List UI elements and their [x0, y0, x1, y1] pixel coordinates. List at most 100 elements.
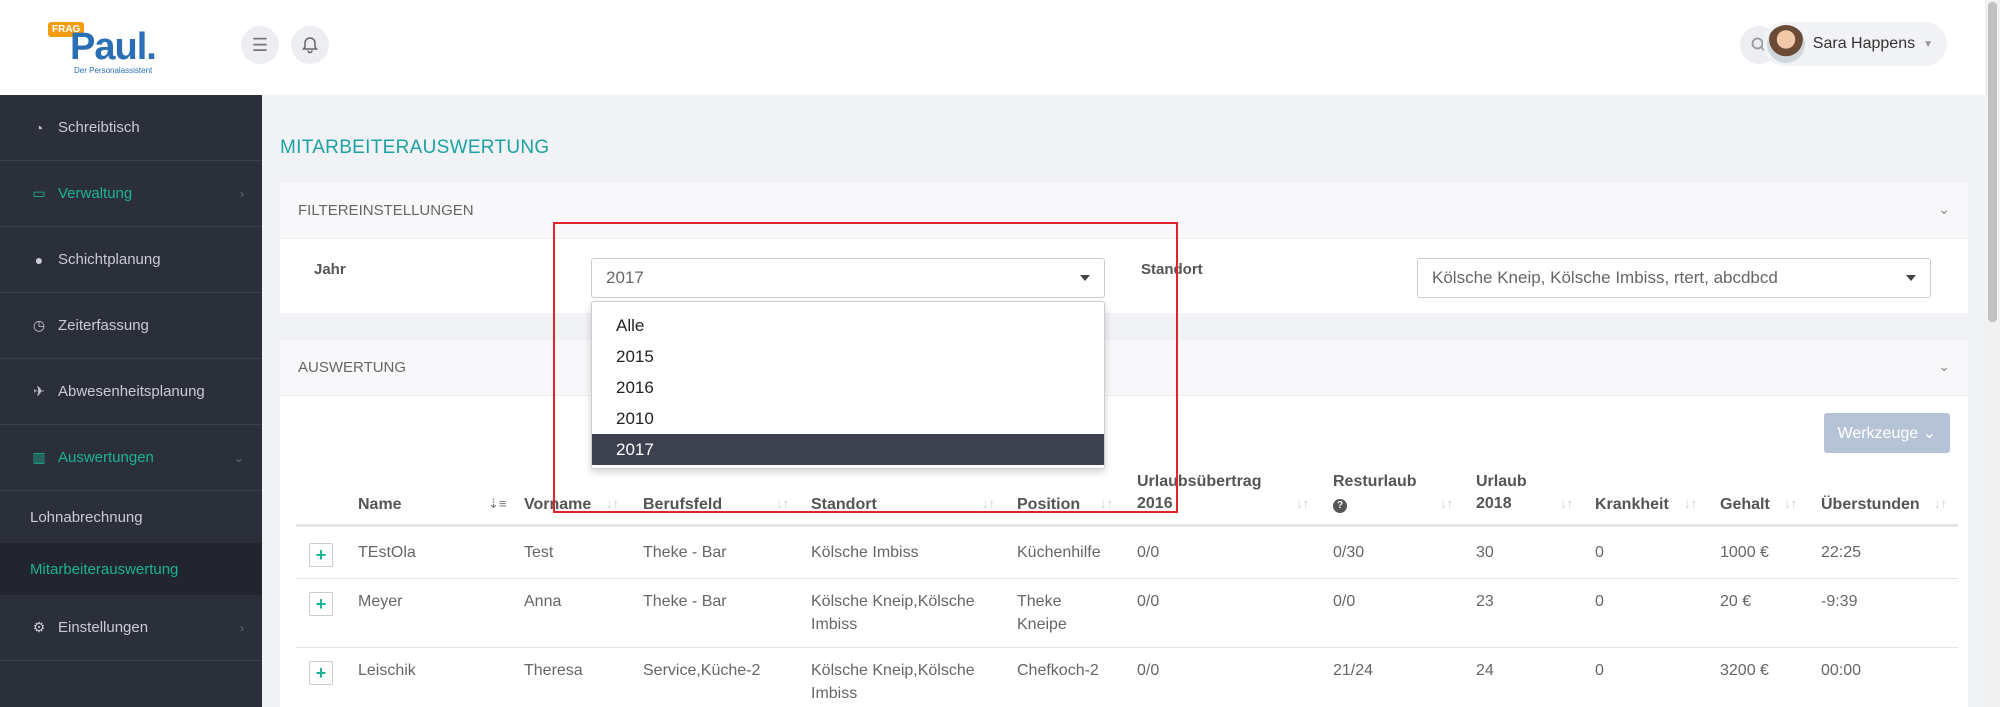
location-select[interactable]: Kölsche Kneip, Kölsche Imbiss, rtert, ab…	[1417, 258, 1931, 298]
expand-row-button[interactable]: +	[309, 661, 333, 685]
filter-panel-title: FILTEREINSTELLUNGEN	[298, 202, 474, 219]
notifications-button[interactable]	[291, 26, 329, 64]
sidebar-item-einstellungen[interactable]: ⚙ Einstellungen ›	[0, 595, 262, 661]
year-option-2016[interactable]: 2016	[592, 372, 1104, 403]
chevron-down-icon[interactable]: ⌄	[1938, 201, 1950, 218]
sort-icon[interactable]: ↓↑	[982, 496, 995, 511]
table-cell: Anna	[524, 593, 562, 610]
sort-icon[interactable]: ↓↑	[1784, 496, 1797, 511]
table-cell: 21/24	[1333, 662, 1374, 679]
column-header-berufsfeld[interactable]: Berufsfeld	[643, 494, 722, 516]
year-option-2015[interactable]: 2015	[592, 341, 1104, 372]
column-header-urlaub[interactable]: Urlaub 2018	[1476, 471, 1527, 515]
expand-row-button[interactable]: +	[309, 592, 333, 616]
sidebar-item-label: Abwesenheitsplanung	[58, 383, 205, 400]
sort-icon[interactable]: ↓↑	[776, 496, 789, 511]
column-header-ueberstunden[interactable]: Überstunden	[1821, 494, 1920, 516]
filter-panel-header[interactable]: FILTEREINSTELLUNGEN ⌄	[280, 183, 1968, 239]
sidebar-item-verwaltung[interactable]: ▭ Verwaltung ›	[0, 161, 262, 227]
column-header-krankheit[interactable]: Krankheit	[1595, 494, 1669, 516]
cell-line: Imbiss	[811, 685, 858, 702]
plane-icon: ✈	[33, 383, 45, 399]
sidebar-subitem-lohnabrechnung[interactable]: Lohnabrechnung	[0, 491, 262, 543]
year-select-value: 2017	[606, 268, 644, 287]
menu-toggle-button[interactable]: ☰	[241, 26, 279, 64]
sort-icon[interactable]: ↓↑	[1100, 496, 1113, 511]
table-cell: Theresa	[524, 662, 583, 679]
column-header-gehalt[interactable]: Gehalt	[1720, 494, 1770, 516]
table-cell: TEstOla	[358, 544, 416, 561]
sidebar-item-label: Schichtplanung	[58, 251, 161, 268]
tools-button[interactable]: Werkzeuge ⌄	[1823, 413, 1950, 453]
sidebar-item-label: Schreibtisch	[58, 119, 140, 136]
chevron-right-icon: ›	[240, 186, 244, 201]
column-header-urlaubsuebertrag[interactable]: Urlaubsübertrag 2016	[1137, 471, 1261, 515]
column-header-standort[interactable]: Standort	[811, 494, 877, 516]
column-header-resturlaub[interactable]: Resturlaub ?	[1333, 471, 1417, 515]
report-panel-title: AUSWERTUNG	[298, 359, 407, 376]
chevron-right-icon: ›	[240, 620, 244, 635]
sidebar-item-schreibtisch[interactable]: ◔ Schreibtisch	[0, 95, 262, 161]
user-name: Sara Happens	[1812, 35, 1916, 52]
year-option-2017[interactable]: 2017	[592, 434, 1104, 465]
column-header-line: 2016	[1137, 495, 1173, 512]
sort-icon[interactable]: ↓↑	[1440, 496, 1453, 511]
cell-line: Imbiss	[811, 616, 858, 633]
tools-button-label: Werkzeuge	[1837, 425, 1919, 442]
sidebar-item-label: Verwaltung	[58, 185, 133, 202]
table-cell: 24	[1476, 662, 1494, 679]
sort-active-icon[interactable]: ⇣≡	[488, 496, 506, 512]
caret-down-icon	[1080, 275, 1090, 281]
sidebar-item-abwesenheitsplanung[interactable]: ✈ Abwesenheitsplanung	[0, 359, 262, 425]
year-option-alle[interactable]: Alle	[592, 310, 1104, 341]
table-cell: Küchenhilfe	[1017, 544, 1101, 561]
sidebar-item-schichtplanung[interactable]: ● Schichtplanung	[0, 227, 262, 293]
top-bar: FRAG Paul. Der Personalassistent ☰ Sara …	[0, 0, 1985, 95]
gears-icon: ⚙	[32, 619, 46, 635]
sort-icon[interactable]: ↓↑	[1684, 496, 1697, 511]
users-icon: ●	[34, 251, 44, 268]
scrollbar-thumb[interactable]	[1988, 2, 1997, 322]
help-icon[interactable]: ?	[1333, 499, 1347, 513]
avatar	[1766, 25, 1805, 63]
column-header-line: 2018	[1476, 495, 1512, 512]
hamburger-icon: ☰	[251, 34, 269, 55]
table-cell: 0	[1595, 593, 1604, 610]
chevron-down-icon[interactable]: ⌄	[1938, 358, 1950, 375]
app-logo[interactable]: FRAG Paul. Der Personalassistent	[48, 22, 158, 75]
sort-icon[interactable]: ↓↑	[606, 496, 619, 511]
cell-line: Theke	[1017, 593, 1062, 610]
logo-wordmark: Paul.	[70, 26, 157, 68]
sidebar-item-label: Lohnabrechnung	[30, 508, 143, 526]
location-label: Standort	[1141, 261, 1203, 278]
cell-line: Kölsche Kneip,Kölsche	[811, 662, 975, 679]
column-header-vorname[interactable]: Vorname	[524, 494, 591, 516]
cell-line: Kölsche Kneip,Kölsche	[811, 593, 975, 610]
caret-down-icon: ▼	[1923, 38, 1933, 50]
column-header-line: Resturlaub	[1333, 473, 1417, 490]
report-panel-header[interactable]: AUSWERTUNG ⌄	[280, 340, 1968, 396]
plus-icon: +	[315, 544, 327, 565]
bell-icon	[302, 37, 318, 54]
sidebar-item-zeiterfassung[interactable]: ◷ Zeiterfassung	[0, 293, 262, 359]
year-option-2010[interactable]: 2010	[592, 403, 1104, 434]
expand-row-button[interactable]: +	[309, 543, 333, 567]
table-cell: Kölsche Kneip,Kölsche Imbiss	[811, 590, 975, 636]
sort-icon[interactable]: ↓↑	[1560, 496, 1573, 511]
column-header-name[interactable]: Name	[358, 494, 402, 516]
table-cell: Theke - Bar	[643, 544, 727, 561]
year-select[interactable]: 2017	[591, 258, 1105, 298]
table-cell: 0	[1595, 544, 1604, 561]
user-menu[interactable]: Sara Happens ▼	[1762, 22, 1947, 66]
column-header-position[interactable]: Position	[1017, 494, 1080, 516]
sort-icon[interactable]: ↓↑	[1296, 496, 1309, 511]
table-cell: -9:39	[1821, 593, 1858, 610]
table-cell: Meyer	[358, 593, 403, 610]
sidebar-item-auswertungen[interactable]: ▥ Auswertungen ⌄	[0, 425, 262, 491]
vertical-scrollbar[interactable]	[1985, 0, 2000, 707]
plus-icon: +	[315, 593, 327, 614]
caret-down-icon	[1906, 275, 1916, 281]
sidebar-subitem-mitarbeiterauswertung[interactable]: Mitarbeiterauswertung	[0, 543, 262, 595]
chevron-down-icon: ⌄	[233, 450, 244, 465]
sort-icon[interactable]: ↓↑	[1934, 496, 1947, 511]
